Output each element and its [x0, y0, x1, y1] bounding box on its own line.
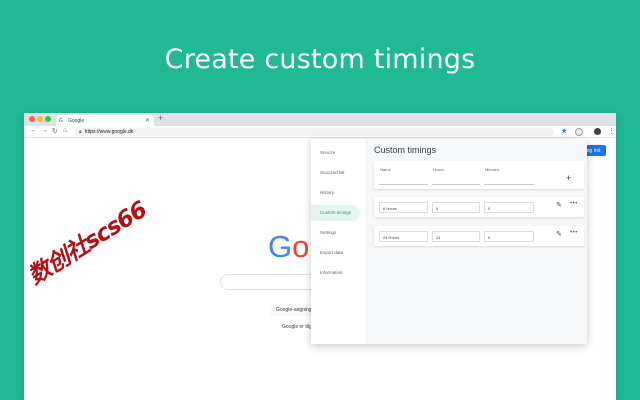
sidebar-item-history[interactable]: History — [311, 185, 366, 201]
account-icon[interactable] — [594, 128, 601, 135]
sidebar-item-snoozed-list[interactable]: Snoozed list — [311, 165, 366, 181]
forward-icon[interactable]: → — [41, 127, 48, 134]
sidebar-item-custom-timings[interactable]: Custom timings — [311, 205, 360, 221]
sidebar-item-snooze[interactable]: Snooze — [311, 145, 366, 161]
more-options-icon[interactable]: ••• — [570, 201, 578, 208]
new-timing-card: Name Hours Minutes + — [374, 161, 584, 189]
sidebar-item-settings[interactable]: Settings — [311, 225, 366, 241]
timing-row: 6 Hours 6 0 ✎ ••• — [374, 197, 584, 217]
timing-hours-field[interactable]: 6 — [432, 202, 480, 213]
extension-icon[interactable] — [575, 128, 583, 136]
page-title: Custom timings — [374, 145, 437, 155]
new-hours-input[interactable] — [432, 174, 480, 185]
timing-minutes-field[interactable]: 0 — [484, 202, 534, 213]
maximize-window-dot[interactable] — [45, 116, 51, 122]
browser-toolbar: ← → ↻ ⌂ 🔒︎ https://www.google.dk ★ ⋮ — [24, 126, 616, 138]
bookmark-star-icon[interactable]: ★ — [561, 127, 567, 135]
new-name-input[interactable] — [379, 174, 428, 185]
new-tab-icon[interactable]: + — [158, 113, 163, 123]
tab-title: Google — [68, 118, 85, 124]
add-timing-icon[interactable]: + — [566, 174, 571, 183]
lock-icon: 🔒︎ — [79, 129, 82, 135]
hours-column-header: Hours — [433, 167, 444, 172]
close-tab-icon[interactable]: ✕ — [145, 117, 150, 124]
edit-pencil-icon[interactable]: ✎ — [556, 231, 562, 238]
title-bar: G Google ✕ + — [24, 113, 616, 126]
reload-icon[interactable]: ↻ — [52, 127, 58, 135]
timing-minutes-field[interactable]: 0 — [484, 231, 534, 242]
browser-menu-icon[interactable]: ⋮ — [608, 127, 615, 135]
new-minutes-input[interactable] — [484, 174, 534, 185]
minimize-window-dot[interactable] — [37, 116, 43, 122]
extension-popup: Snooze Snoozed list History Custom timin… — [311, 139, 587, 344]
headline: Create custom timings — [164, 44, 476, 75]
close-window-dot[interactable] — [29, 116, 35, 122]
home-icon[interactable]: ⌂ — [63, 127, 67, 134]
google-logo: Go — [268, 229, 309, 265]
timing-name-field[interactable]: 6 Hours — [379, 202, 428, 213]
logo-letter-g: G — [268, 229, 293, 264]
popup-sidebar: Snooze Snoozed list History Custom timin… — [311, 139, 367, 344]
name-column-header: Name — [380, 167, 391, 172]
more-options-icon[interactable]: ••• — [570, 230, 578, 237]
timing-name-field[interactable]: 24 Hours — [379, 231, 428, 242]
timing-hours-field[interactable]: 24 — [432, 231, 480, 242]
minutes-column-header: Minutes — [485, 167, 500, 172]
sidebar-item-export-data[interactable]: Export data — [311, 245, 366, 261]
google-offered-in-text: Google er tilg — [282, 324, 312, 330]
logo-letter-o: o — [292, 229, 310, 264]
timing-row: 24 Hours 24 0 ✎ ••• — [374, 226, 584, 246]
edit-pencil-icon[interactable]: ✎ — [556, 202, 562, 209]
custom-timings-panel: Custom timings Name Hours Minutes + 6 Ho… — [374, 144, 584, 255]
google-favicon-icon: G — [59, 118, 63, 124]
back-icon[interactable]: ← — [30, 127, 37, 134]
url-text: https://www.google.dk — [84, 129, 134, 135]
browser-tab[interactable]: G Google ✕ — [56, 115, 154, 126]
address-bar[interactable]: 🔒︎ https://www.google.dk — [74, 128, 554, 136]
sidebar-item-information[interactable]: Information — [311, 265, 366, 281]
